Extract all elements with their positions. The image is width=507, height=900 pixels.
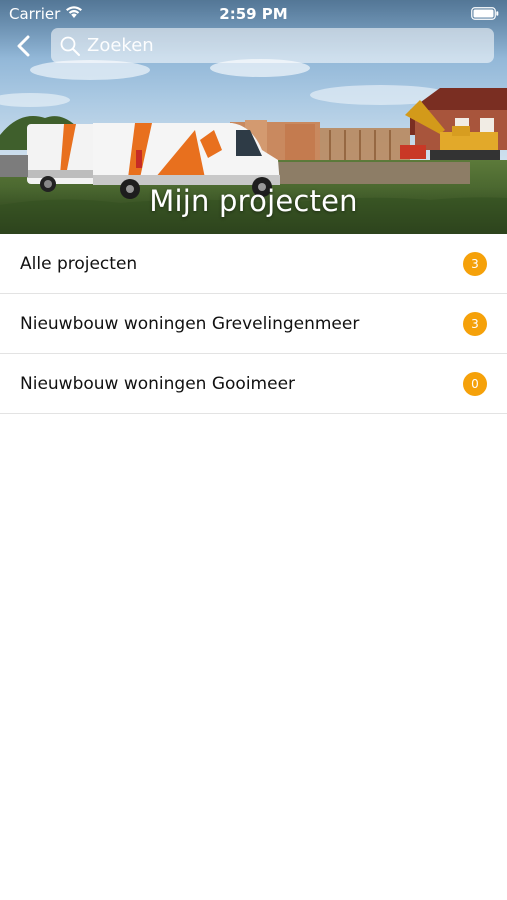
project-label: Nieuwbouw woningen Gooimeer [20,373,296,394]
count-badge: 3 [463,311,487,336]
project-item-gooimeer[interactable]: Nieuwbouw woningen Gooimeer 0 [0,354,507,414]
search-bar[interactable] [51,28,494,63]
count-badge: 3 [463,251,487,276]
project-list: Alle projecten 3 Nieuwbouw woningen Grev… [0,234,507,414]
status-time: 2:59 PM [219,5,288,23]
project-item-grevelingenmeer[interactable]: Nieuwbouw woningen Grevelingenmeer 3 [0,294,507,354]
page-title: Mijn projecten [149,184,358,218]
back-button[interactable] [8,28,40,64]
search-icon [59,35,81,57]
status-bar: Carrier 2:59 PM [0,0,507,28]
battery-icon [471,6,499,24]
count-badge: 0 [463,371,487,396]
screen: Carrier 2:59 PM Zoeken Mijn projecten Al… [0,0,507,900]
project-item-alle-projecten[interactable]: Alle projecten 3 [0,234,507,294]
project-label: Alle projecten [20,253,138,274]
search-input[interactable] [87,35,467,56]
project-label: Nieuwbouw woningen Grevelingenmeer [20,313,360,334]
chevron-left-icon [17,35,30,57]
